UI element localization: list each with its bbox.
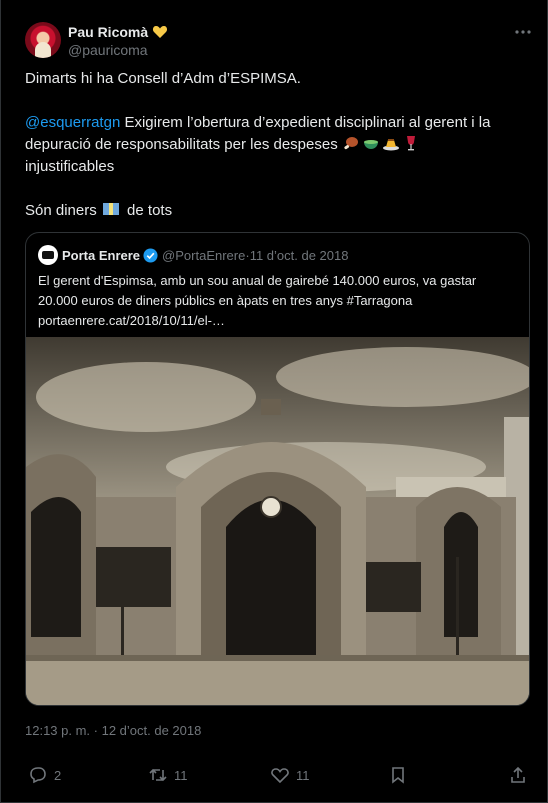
tarragona-flag-icon [102, 203, 119, 215]
like-count: 11 [296, 767, 310, 783]
tweet-timestamp[interactable]: 12:13 p. m. · 12 d’oct. de 2018 [25, 723, 201, 738]
tweet-line-3-start: Són diners [25, 202, 101, 219]
reply-count: 2 [54, 767, 62, 783]
action-bar: 2 11 11 [25, 765, 530, 789]
retweet-button[interactable]: 11 [148, 765, 188, 785]
quoted-date: 11 d’oct. de 2018 [249, 247, 349, 263]
retweet-count: 11 [174, 767, 188, 783]
bowl-icon [363, 140, 378, 149]
reply-button[interactable]: 2 [28, 765, 61, 785]
flan-icon [382, 139, 399, 151]
quoted-text: El gerent d'Espimsa, amb un sou anual de… [38, 271, 518, 331]
avatar[interactable] [25, 22, 61, 58]
like-button[interactable]: 11 [270, 765, 310, 785]
author-handle[interactable]: @pauricoma [68, 42, 148, 58]
tweet-line-1: Dimarts hi ha Consell d’Adm d’ESPIMSA. [25, 70, 301, 87]
quoted-image[interactable] [26, 337, 530, 706]
bookmark-icon [392, 767, 404, 784]
bookmark-button[interactable] [388, 765, 414, 785]
meat-on-bone-icon [344, 137, 358, 150]
tweet-line-3: Són diners de tots [25, 200, 525, 222]
mention-link[interactable]: @esquerratgn [25, 114, 120, 131]
quoted-avatar [38, 245, 58, 265]
tweet-paragraph-2: @esquerratgn Exigirem l’obertura d’exped… [25, 112, 525, 178]
share-icon [511, 766, 525, 783]
reply-icon [30, 767, 46, 784]
more-options-icon[interactable] [513, 24, 533, 40]
share-button[interactable] [508, 765, 534, 785]
quoted-handle: @PortaEnrere [162, 247, 246, 263]
quoted-text-line-1: El gerent d'Espimsa, amb un sou anual de… [38, 273, 477, 288]
yellow-heart-icon [153, 26, 168, 38]
retweet-icon [149, 768, 167, 782]
quoted-name: Porta Enrere [62, 247, 141, 263]
tweet-header: Pau Ricomà @pauricoma [25, 22, 535, 62]
tweet-card[interactable]: Pau Ricomà @pauricoma Dimarts hi ha Cons… [0, 0, 548, 803]
author-name-row: Pau Ricomà [68, 23, 168, 41]
verified-badge-icon [143, 247, 158, 263]
quoted-header: Porta Enrere @PortaEnrere · 11 d’oct. de… [38, 245, 348, 265]
author-display-name[interactable]: Pau Ricomà [68, 24, 148, 40]
quoted-tweet[interactable]: Porta Enrere @PortaEnrere · 11 d’oct. de… [25, 232, 530, 706]
tweet-line-3-end: de tots [122, 202, 173, 219]
tweet-body-end: injustificables [25, 158, 115, 175]
tweet-text: Dimarts hi ha Consell d’Adm d’ESPIMSA. @… [25, 68, 525, 222]
wine-glass-icon [406, 136, 415, 151]
quoted-text-line-2: 20.000 euros de diners públics en àpats … [38, 293, 413, 308]
heart-icon [271, 768, 289, 784]
quoted-text-line-3: portaenrere.cat/2018/10/11/el-… [38, 313, 225, 328]
